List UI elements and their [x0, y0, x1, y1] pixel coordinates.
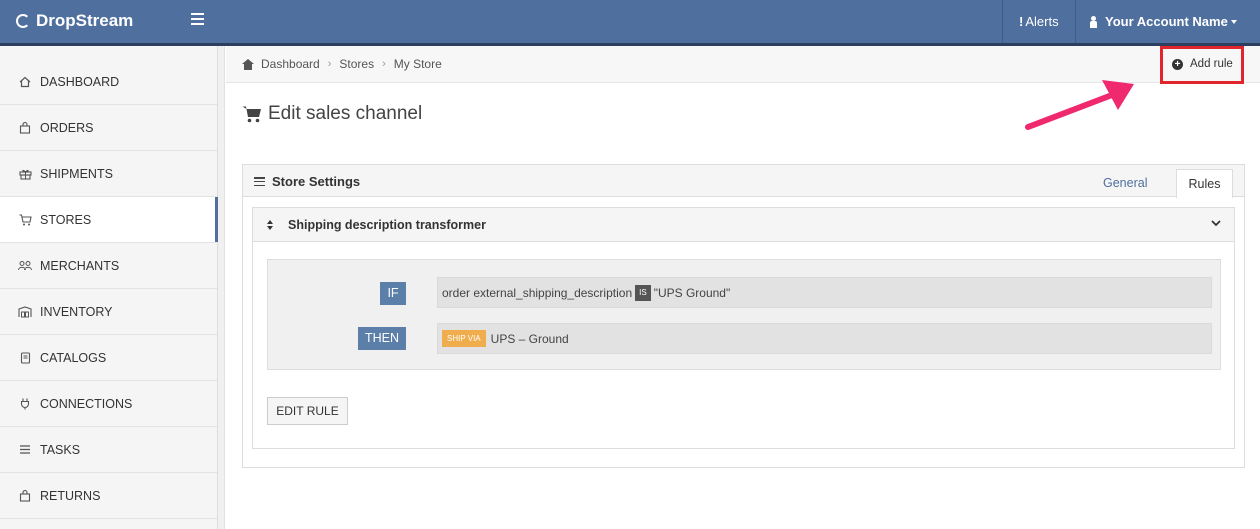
- sidebar-item-dashboard[interactable]: DASHBOARD: [0, 46, 217, 105]
- page-title: Edit sales channel: [242, 103, 422, 125]
- sidebar-item-orders[interactable]: ORDERS: [0, 105, 217, 151]
- cart-icon: [242, 106, 261, 123]
- condition-operator-badge: IS: [635, 284, 651, 301]
- condition-value: "UPS Ground": [653, 285, 731, 300]
- user-icon: [1090, 15, 1097, 28]
- rule-card: Shipping description transformer IF orde…: [252, 207, 1235, 449]
- breadcrumb-stores[interactable]: Stores: [339, 57, 374, 71]
- home-icon: [18, 75, 32, 89]
- bag-icon: [18, 121, 32, 135]
- sidebar-item-label: SHIPMENTS: [40, 166, 113, 181]
- sidebar-item-label: MERCHANTS: [40, 258, 120, 273]
- edit-rule-button[interactable]: EDIT RULE: [267, 397, 348, 425]
- store-settings-panel: Store Settings General Rules Shipping de…: [242, 164, 1245, 468]
- brand-name: DropStream: [36, 11, 134, 30]
- breadcrumb-separator-icon: ›: [382, 58, 386, 70]
- sidebar-item-label: STORES: [40, 212, 92, 227]
- sidebar: DASHBOARD ORDERS SHIPMENTS STORES MERCHA…: [0, 46, 218, 529]
- brand[interactable]: DropStream: [16, 11, 133, 31]
- alerts-label: Alerts: [1025, 14, 1059, 29]
- sidebar-item-connections[interactable]: CONNECTIONS: [0, 381, 217, 427]
- rule-conditions: IF order external_shipping_description I…: [267, 259, 1221, 370]
- sidebar-item-label: CONNECTIONS: [40, 396, 133, 411]
- then-keyword-badge: THEN: [358, 327, 406, 350]
- tab-rules[interactable]: Rules: [1176, 169, 1233, 198]
- panel-title-text: Store Settings: [272, 174, 361, 189]
- breadcrumb-current: My Store: [393, 57, 442, 71]
- sidebar-item-merchants[interactable]: MERCHANTS: [0, 243, 217, 289]
- sidebar-item-inventory[interactable]: INVENTORY: [0, 289, 217, 335]
- sort-handle-icon[interactable]: [267, 220, 273, 230]
- top-navbar: DropStream ! Alerts Your Account Name: [0, 0, 1260, 43]
- condition-field: order external_shipping_description: [442, 285, 633, 300]
- sidebar-item-label: RETURNS: [40, 488, 101, 503]
- gift-icon: [18, 167, 32, 181]
- rule-header[interactable]: Shipping description transformer: [253, 208, 1234, 242]
- action-value: UPS – Ground: [490, 331, 569, 346]
- list-icon: [18, 443, 32, 457]
- sidebar-item-tasks[interactable]: TASKS: [0, 427, 217, 473]
- alerts-link[interactable]: ! Alerts: [1002, 0, 1075, 43]
- menu-toggle-icon[interactable]: [191, 13, 204, 25]
- warehouse-icon: [18, 305, 32, 319]
- sidebar-item-label: INVENTORY: [40, 304, 113, 319]
- book-icon: [18, 351, 32, 365]
- home-icon[interactable]: [242, 58, 254, 70]
- plug-icon: [18, 397, 32, 411]
- account-label: Your Account Name: [1105, 14, 1228, 29]
- sidebar-item-label: CATALOGS: [40, 350, 107, 365]
- ship-via-badge: SHIP VIA: [442, 330, 486, 347]
- bars-icon: [254, 177, 265, 186]
- rule-action-row: SHIP VIA UPS – Ground: [437, 323, 1212, 354]
- sidebar-item-catalogs[interactable]: CATALOGS: [0, 335, 217, 381]
- users-icon: [18, 259, 32, 273]
- sidebar-divider: [218, 46, 225, 529]
- panel-header: Store Settings General Rules: [243, 165, 1244, 198]
- sidebar-item-label: ORDERS: [40, 120, 94, 135]
- account-menu[interactable]: Your Account Name: [1075, 0, 1260, 43]
- top-nav-right: ! Alerts Your Account Name: [1002, 0, 1260, 43]
- breadcrumb-dashboard[interactable]: Dashboard: [261, 57, 320, 71]
- sidebar-item-returns[interactable]: RETURNS: [0, 473, 217, 519]
- sidebar-item-stores[interactable]: STORES: [0, 197, 218, 243]
- rule-title: Shipping description transformer: [288, 218, 486, 232]
- add-rule-label: Add rule: [1190, 58, 1233, 70]
- sidebar-item-label: DASHBOARD: [40, 75, 120, 89]
- exclamation-icon: !: [1019, 14, 1024, 29]
- sidebar-item-label: TASKS: [40, 442, 81, 457]
- panel-title: Store Settings: [254, 174, 360, 189]
- breadcrumb-separator-icon: ›: [327, 58, 332, 70]
- dropstream-logo-icon: [16, 14, 30, 28]
- annotation-arrow: [1025, 80, 1134, 130]
- caret-down-icon: [1230, 19, 1237, 24]
- return-bag-icon: [18, 489, 32, 503]
- sidebar-item-shipments[interactable]: SHIPMENTS: [0, 151, 217, 197]
- plus-circle-icon: +: [1172, 58, 1183, 70]
- add-rule-button[interactable]: + Add rule: [1172, 58, 1233, 70]
- rule-condition-row: order external_shipping_description IS "…: [437, 277, 1212, 308]
- page-title-text: Edit sales channel: [268, 103, 423, 124]
- chevron-down-icon[interactable]: [1210, 217, 1222, 229]
- cart-icon: [18, 213, 32, 227]
- tab-general[interactable]: General: [1103, 176, 1147, 190]
- if-keyword-badge: IF: [380, 282, 406, 305]
